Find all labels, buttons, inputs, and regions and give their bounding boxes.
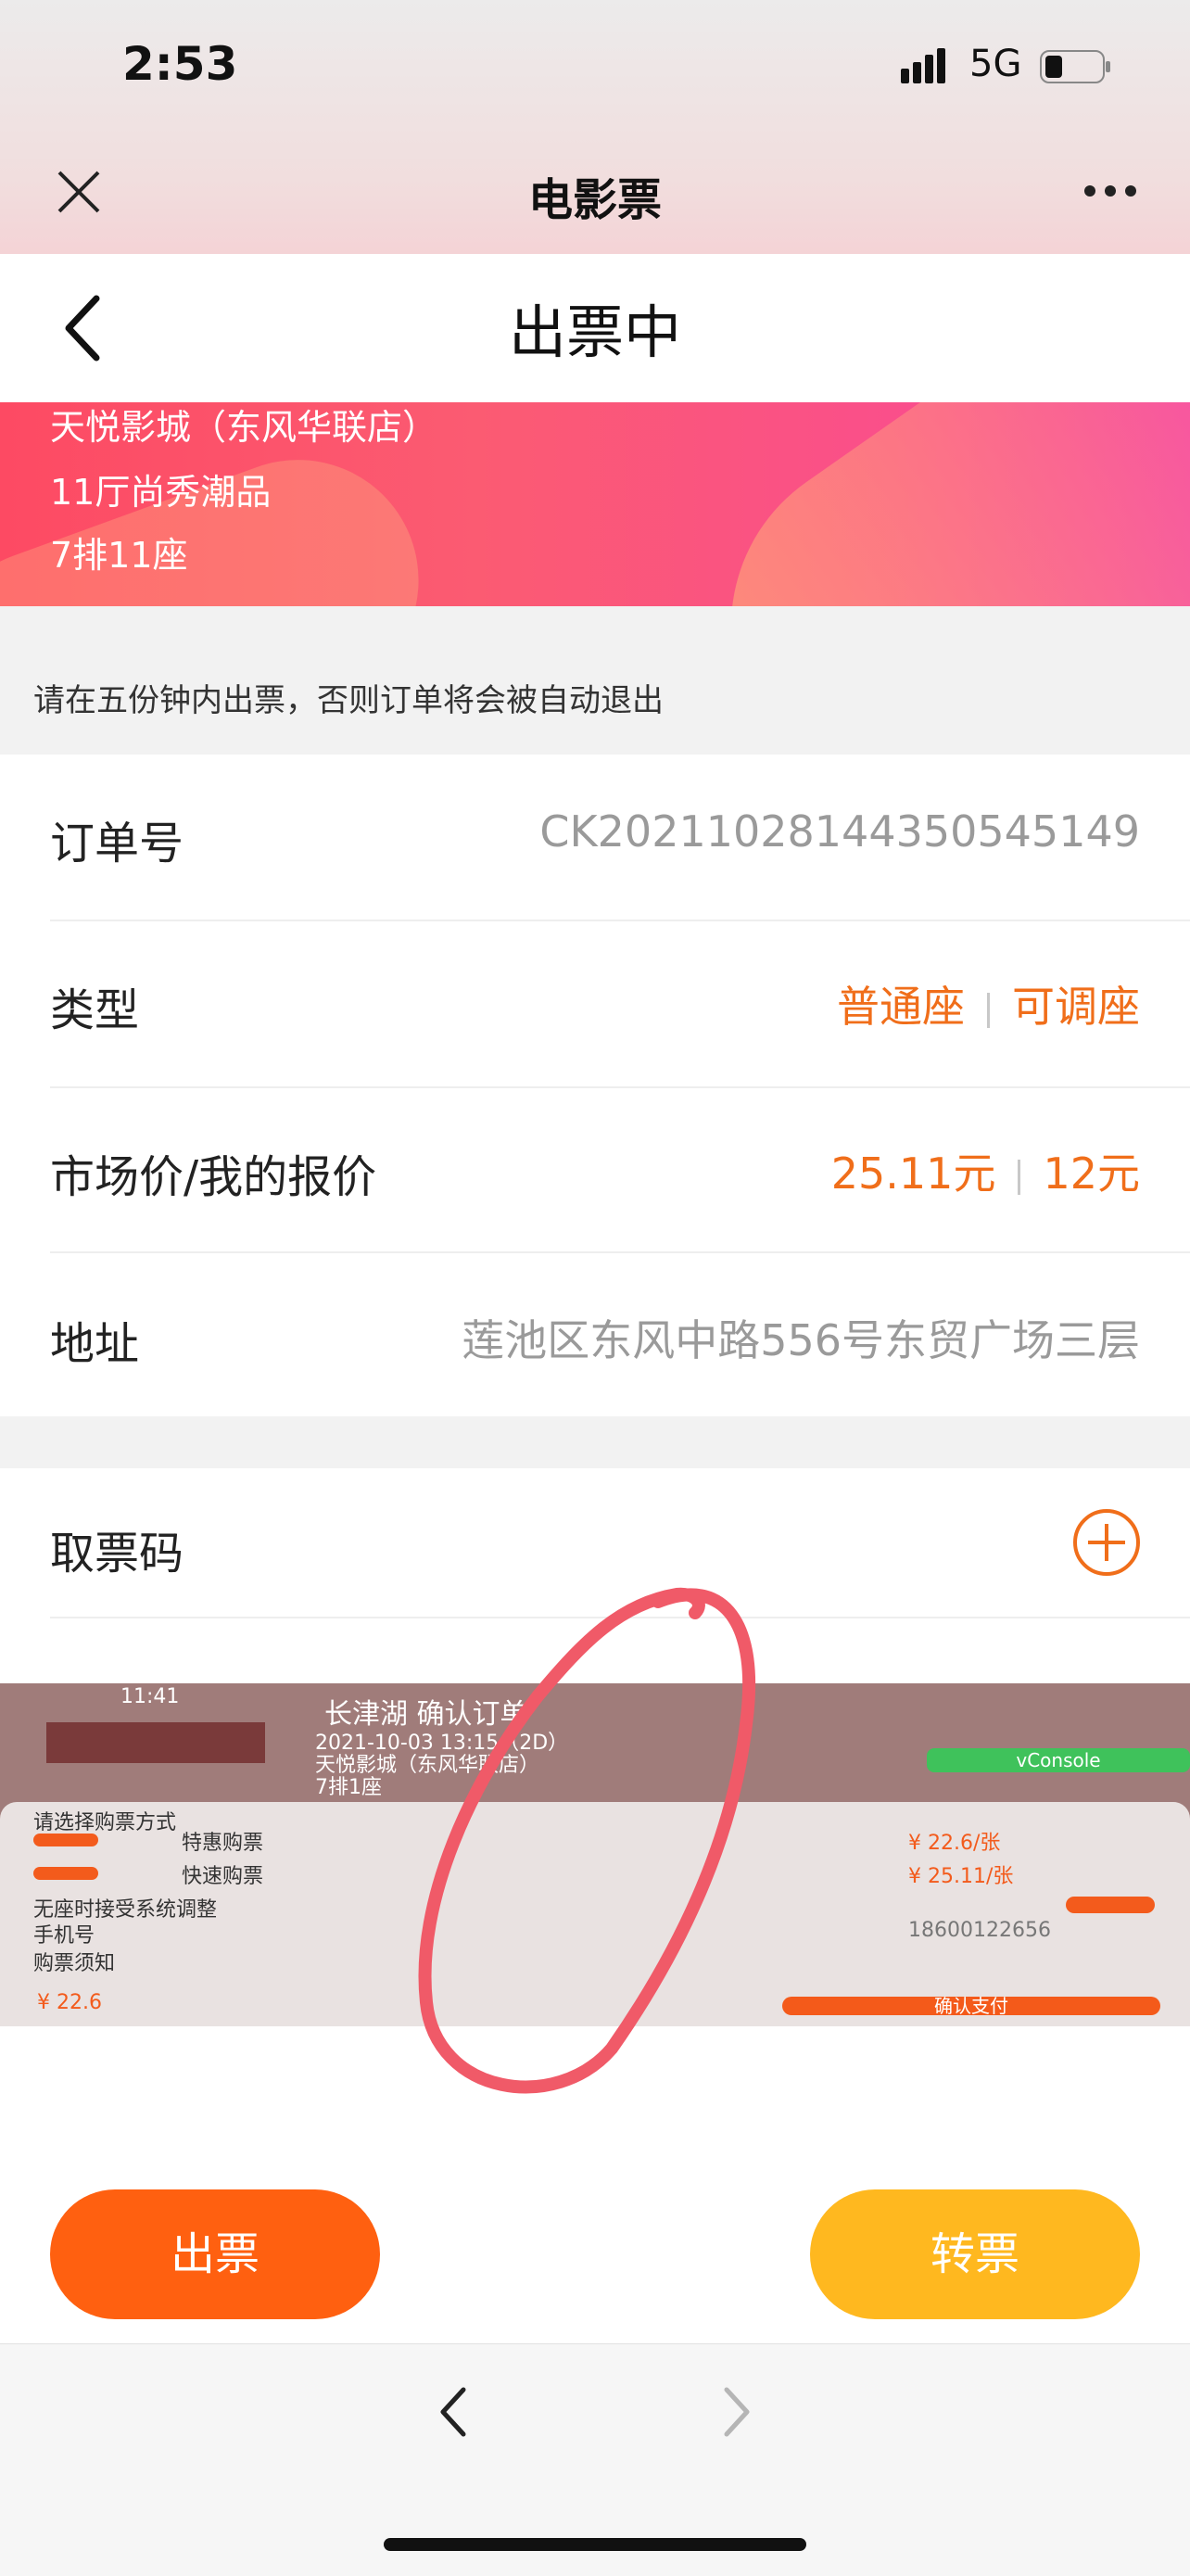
embed-option-icon <box>33 1867 98 1880</box>
embed-option-1-price: ¥ 22.6/张 <box>908 1832 1001 1855</box>
address-label: 地址 <box>50 1318 140 1370</box>
page-title: 出票中 <box>508 298 681 366</box>
address-value: 莲池区东风中路556号东贸广场三层 <box>462 1315 1140 1365</box>
my-price: 12元 <box>1043 1148 1140 1199</box>
embed-poster <box>46 1722 265 1763</box>
seat-type-normal: 普通座 <box>837 982 965 1032</box>
network-label: 5G <box>969 43 1022 85</box>
order-no-label: 订单号 <box>50 818 184 869</box>
annotation-circle <box>418 1587 756 2094</box>
embed-confirm-pay: 确认支付 <box>782 1997 1160 2015</box>
cellular-signal-icon <box>901 48 945 83</box>
seat-info: 7排11座 <box>50 535 188 576</box>
add-image-icon[interactable] <box>1071 1507 1142 1578</box>
transfer-ticket-button[interactable]: 转票 <box>810 2189 1140 2319</box>
vconsole-badge: vConsole <box>927 1748 1190 1772</box>
banner-decoration <box>662 402 1190 606</box>
embed-notice-title: 购票须知 <box>33 1952 116 1975</box>
embed-toggle <box>1066 1897 1155 1913</box>
browser-forward-icon[interactable] <box>723 2386 751 2438</box>
browser-back-icon[interactable] <box>439 2386 467 2438</box>
embed-option-icon <box>33 1834 98 1846</box>
type-label: 类型 <box>50 984 140 1036</box>
embed-movie-line: 7排1座 <box>315 1776 382 1799</box>
embed-select-method: 请选择购票方式 <box>33 1811 177 1834</box>
timeout-notice: 请在五份钟内出票，否则订单将会被自动退出 <box>33 682 664 719</box>
price-label: 市场价/我的报价 <box>50 1151 377 1203</box>
embed-option-2-price: ¥ 25.11/张 <box>908 1865 1014 1888</box>
issue-ticket-button[interactable]: 出票 <box>50 2189 380 2319</box>
cinema-banner: 天悦影城（东风华联店） 11厅尚秀潮品 7排11座 <box>0 402 1190 606</box>
seat-type-adjustable: 可调座 <box>1012 982 1140 1032</box>
more-icon[interactable] <box>1082 184 1138 198</box>
embed-time: 11:41 <box>120 1685 180 1708</box>
cinema-name: 天悦影城（东风华联店） <box>50 407 438 448</box>
embed-option-1: 特惠购票 <box>182 1832 264 1855</box>
hall-name: 11厅尚秀潮品 <box>50 472 272 513</box>
market-price: 25.11元 <box>830 1148 996 1199</box>
price-value: 25.11元 12元 <box>831 1140 1140 1201</box>
embed-option-2: 快速购票 <box>182 1865 264 1888</box>
battery-icon <box>1040 50 1110 83</box>
home-indicator <box>384 2538 806 2551</box>
separator <box>987 992 990 1028</box>
divider <box>50 920 1190 921</box>
status-time: 2:53 <box>122 37 238 91</box>
nav-title: 电影票 <box>527 174 662 226</box>
embed-phone-label: 手机号 <box>33 1924 95 1948</box>
divider <box>50 1086 1190 1088</box>
embed-total: ¥ 22.6 <box>37 1991 102 2014</box>
order-no-value: CK20211028144350545149 <box>539 806 1140 857</box>
divider <box>50 1251 1190 1253</box>
ticket-code-label: 取票码 <box>50 1528 184 1580</box>
type-value: 普通座 可调座 <box>837 973 1140 1034</box>
embed-phone-value: 18600122656 <box>908 1919 1051 1942</box>
separator <box>1018 1159 1021 1195</box>
banner-decoration <box>0 425 453 606</box>
